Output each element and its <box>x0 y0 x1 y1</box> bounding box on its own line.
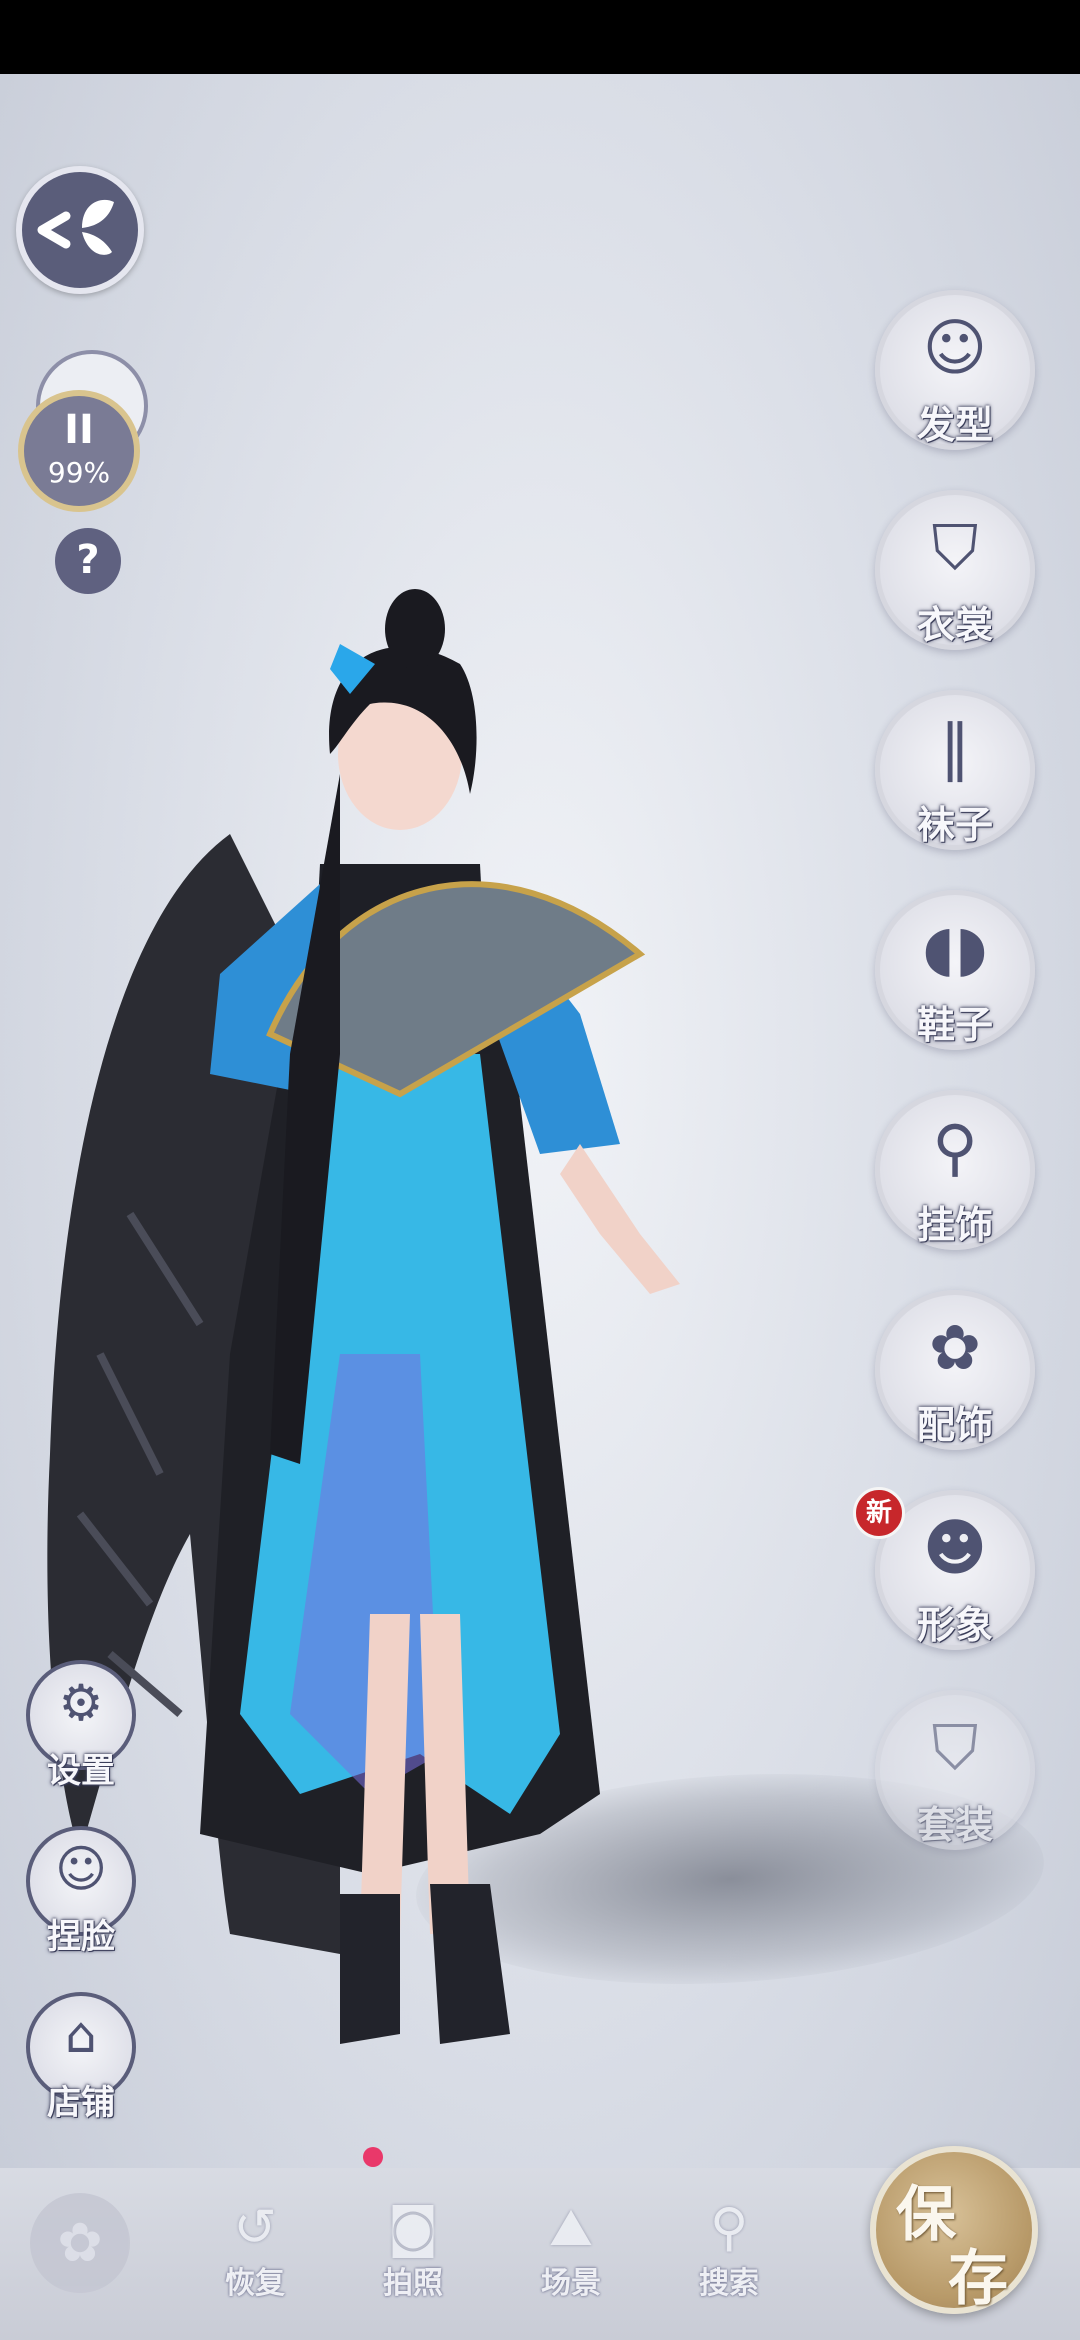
shoes-icon: ◖◗ <box>922 911 988 984</box>
character-model[interactable] <box>40 454 800 2094</box>
category-label: 袜子 <box>916 802 993 847</box>
category-label: 发型 <box>916 402 993 447</box>
pendant-icon: ⚲ <box>932 1111 978 1184</box>
accessory-icon: ✿ <box>929 1311 981 1384</box>
category-label: 套装 <box>916 1802 993 1847</box>
category-pendant[interactable]: ⚲ 挂饰 <box>875 1090 1035 1250</box>
tab-restore[interactable]: ↺ 恢复 <box>200 2198 310 2318</box>
category-shoes[interactable]: ◖◗ 鞋子 <box>875 890 1035 1050</box>
category-outfit-set[interactable]: ⛉ 套装 <box>875 1690 1035 1850</box>
search-icon: ⚲ <box>709 2198 749 2258</box>
status-bar <box>0 0 1080 74</box>
settings-icon: ⚙ <box>58 1674 104 1732</box>
save-label-char2: 存 <box>948 2244 1008 2314</box>
tab-search[interactable]: ⚲ 搜索 <box>674 2198 784 2318</box>
lotus-icon[interactable]: ✿ <box>30 2193 130 2293</box>
tab-label: 拍照 <box>383 2266 443 2301</box>
shop-icon: ⌂ <box>65 2006 97 2064</box>
tab-label: 恢复 <box>225 2266 285 2301</box>
shop-button[interactable]: ⌂ 店铺 <box>26 1992 136 2123</box>
tab-camera[interactable]: ◙ 拍照 <box>358 2198 468 2318</box>
category-socks[interactable]: ∥ 袜子 <box>875 690 1035 850</box>
save-label-char1: 保 <box>896 2180 956 2250</box>
category-clothing[interactable]: ⛉ 衣裳 <box>875 490 1035 650</box>
tab-scene[interactable]: ⛰ 场景 <box>516 2198 626 2318</box>
shop-label: 店铺 <box>47 2083 115 2123</box>
category-label: 配饰 <box>916 1402 993 1447</box>
hair-bun <box>385 589 445 669</box>
boots <box>340 1884 510 2044</box>
notification-dot <box>363 2147 383 2167</box>
category-accessory[interactable]: ✿ 配饰 <box>875 1290 1035 1450</box>
face-edit-icon: ☺ <box>54 1840 108 1898</box>
pause-button[interactable]: II 99% <box>18 390 140 512</box>
outfit-set-icon: ⛉ <box>931 1711 979 1784</box>
socks-icon: ∥ <box>939 711 971 784</box>
clothing-icon: ⛉ <box>931 511 979 584</box>
butterfly-back-icon <box>37 199 114 255</box>
category-label: 形象 <box>916 1602 993 1647</box>
face-edit-button[interactable]: ☺ 捏脸 <box>26 1826 136 1957</box>
scene-icon: ⛰ <box>549 2198 593 2258</box>
save-button[interactable]: 保 存 <box>870 2146 1038 2314</box>
tab-label: 场景 <box>541 2266 601 2301</box>
face-edit-label: 捏脸 <box>47 1917 115 1957</box>
progress-label: 99% <box>47 456 111 489</box>
new-badge: 新 <box>853 1487 905 1539</box>
arm-right <box>560 1144 680 1294</box>
camera-icon: ◙ <box>387 2198 439 2258</box>
category-label: 衣裳 <box>916 602 993 647</box>
category-label: 挂饰 <box>916 1202 993 1247</box>
back-button[interactable] <box>16 166 144 294</box>
pause-icon: II <box>64 407 94 453</box>
tab-label: 搜索 <box>699 2266 759 2301</box>
restore-icon: ↺ <box>233 2198 277 2258</box>
settings-button[interactable]: ⚙ 设置 <box>26 1660 136 1791</box>
category-hairstyle[interactable]: ☺ 发型 <box>875 290 1035 450</box>
settings-label: 设置 <box>47 1751 115 1791</box>
hairstyle-icon: ☺ <box>922 311 988 384</box>
help-button[interactable]: ? <box>55 528 121 594</box>
category-label: 鞋子 <box>916 1002 993 1047</box>
